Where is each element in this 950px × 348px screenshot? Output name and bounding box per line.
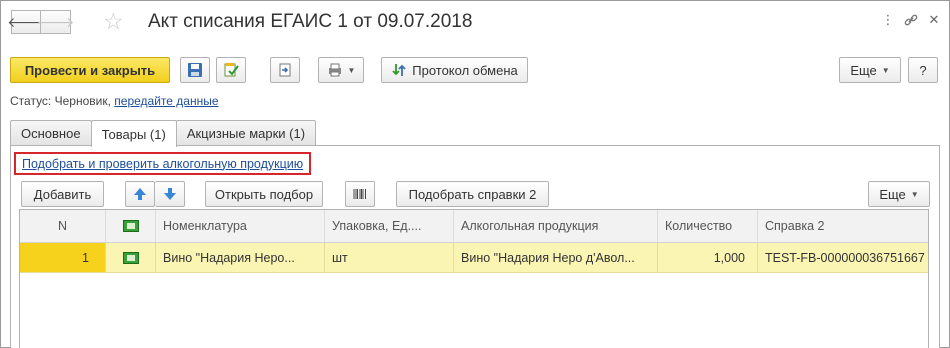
row-alcohol-product: Вино "Надария Неро д'Авол... <box>454 243 658 272</box>
column-header-quantity[interactable]: Количество <box>658 210 758 242</box>
column-header-package[interactable]: Упаковка, Ед.... <box>325 210 454 242</box>
arrow-up-icon <box>134 188 146 200</box>
column-header-alcohol-product[interactable]: Алкогольная продукция <box>454 210 658 242</box>
goods-more-button[interactable]: Еще ▼ <box>868 181 930 207</box>
create-based-on-icon <box>279 63 291 77</box>
exchange-arrows-icon <box>392 64 406 76</box>
tab-bar: Основное Товары (1) Акцизные марки (1) <box>10 120 317 147</box>
row-excise-icon-cell <box>106 243 156 272</box>
status-value: Черновик, <box>54 94 111 108</box>
forward-button[interactable]: 🡒 <box>37 10 74 34</box>
post-document-button[interactable] <box>216 57 246 83</box>
chevron-down-icon: ▼ <box>910 189 919 199</box>
help-button[interactable]: ? <box>908 57 938 83</box>
pick-and-check-alcohol-link[interactable]: Подобрать и проверить алкогольную продук… <box>14 152 312 175</box>
open-selection-label: Открыть подбор <box>214 186 314 202</box>
pick-certificates-button[interactable]: Подобрать справки 2 <box>396 181 549 207</box>
status-prefix: Статус: <box>10 94 52 108</box>
navigation-buttons: 🡐 🡒 <box>7 10 74 34</box>
create-based-on-button[interactable] <box>270 57 300 83</box>
excise-stamp-icon <box>122 251 139 264</box>
excise-stamp-icon <box>122 220 139 232</box>
save-button[interactable] <box>180 57 210 83</box>
print-icon <box>328 63 341 77</box>
row-package: шт <box>325 243 454 272</box>
post-document-icon <box>224 63 239 77</box>
row-number: 1 <box>20 243 106 272</box>
tab-main[interactable]: Основное <box>10 120 92 146</box>
tab-excise-stamps[interactable]: Акцизные марки (1) <box>175 120 317 146</box>
more-actions-button[interactable]: Еще ▼ <box>839 57 901 83</box>
floppy-disk-icon <box>188 63 202 77</box>
barcode-icon <box>353 189 366 199</box>
exchange-protocol-label: Протокол обмена <box>412 62 518 78</box>
pick-certificates-label: Подобрать справки 2 <box>408 186 537 202</box>
chevron-down-icon: ▼ <box>347 65 356 75</box>
row-quantity: 1,000 <box>658 243 758 272</box>
column-header-certificate[interactable]: Справка 2 <box>758 210 928 242</box>
column-header-excise-icon[interactable] <box>106 210 156 242</box>
move-up-button[interactable] <box>125 181 155 207</box>
dots-vertical-icon[interactable]: ⋮ <box>880 12 896 28</box>
link-icon[interactable] <box>903 12 919 28</box>
barcode-scan-button[interactable] <box>345 181 375 207</box>
goods-table: N Номенклатура Упаковка, Ед.... Алкоголь… <box>19 209 929 348</box>
open-selection-button[interactable]: Открыть подбор <box>205 181 323 207</box>
status-line: Статус: Черновик, передайте данные <box>10 94 219 108</box>
add-button[interactable]: Добавить <box>21 181 104 207</box>
chevron-down-icon: ▼ <box>881 65 890 75</box>
column-header-nomenclature[interactable]: Номенклатура <box>156 210 325 242</box>
help-label: ? <box>919 62 927 78</box>
row-certificate: TEST-FB-000000036751667 <box>765 250 925 265</box>
arrow-down-icon <box>163 188 176 200</box>
close-icon[interactable]: ✕ <box>926 12 942 28</box>
goods-more-label: Еще <box>879 186 906 202</box>
print-menu-button[interactable]: ▼ <box>318 57 364 83</box>
table-row[interactable]: 1 Вино "Надария Неро... шт Вино "Надария… <box>20 243 928 273</box>
exchange-protocol-button[interactable]: Протокол обмена <box>381 57 528 83</box>
send-data-link[interactable]: передайте данные <box>114 94 218 108</box>
post-and-close-label: Провести и закрыть <box>24 62 156 78</box>
move-down-button[interactable] <box>155 181 185 207</box>
post-and-close-button[interactable]: Провести и закрыть <box>10 57 170 83</box>
arrow-right-icon: 🡒 <box>36 13 75 30</box>
column-header-n[interactable]: N <box>20 210 106 242</box>
table-header: N Номенклатура Упаковка, Ед.... Алкоголь… <box>20 210 928 243</box>
star-icon[interactable]: ☆ <box>103 9 124 33</box>
add-label: Добавить <box>33 186 92 202</box>
tab-goods[interactable]: Товары (1) <box>90 120 177 147</box>
window-title: Акт списания ЕГАИС 1 от 09.07.2018 <box>148 11 473 32</box>
row-nomenclature: Вино "Надария Неро... <box>156 243 325 272</box>
more-actions-label: Еще <box>850 62 877 78</box>
